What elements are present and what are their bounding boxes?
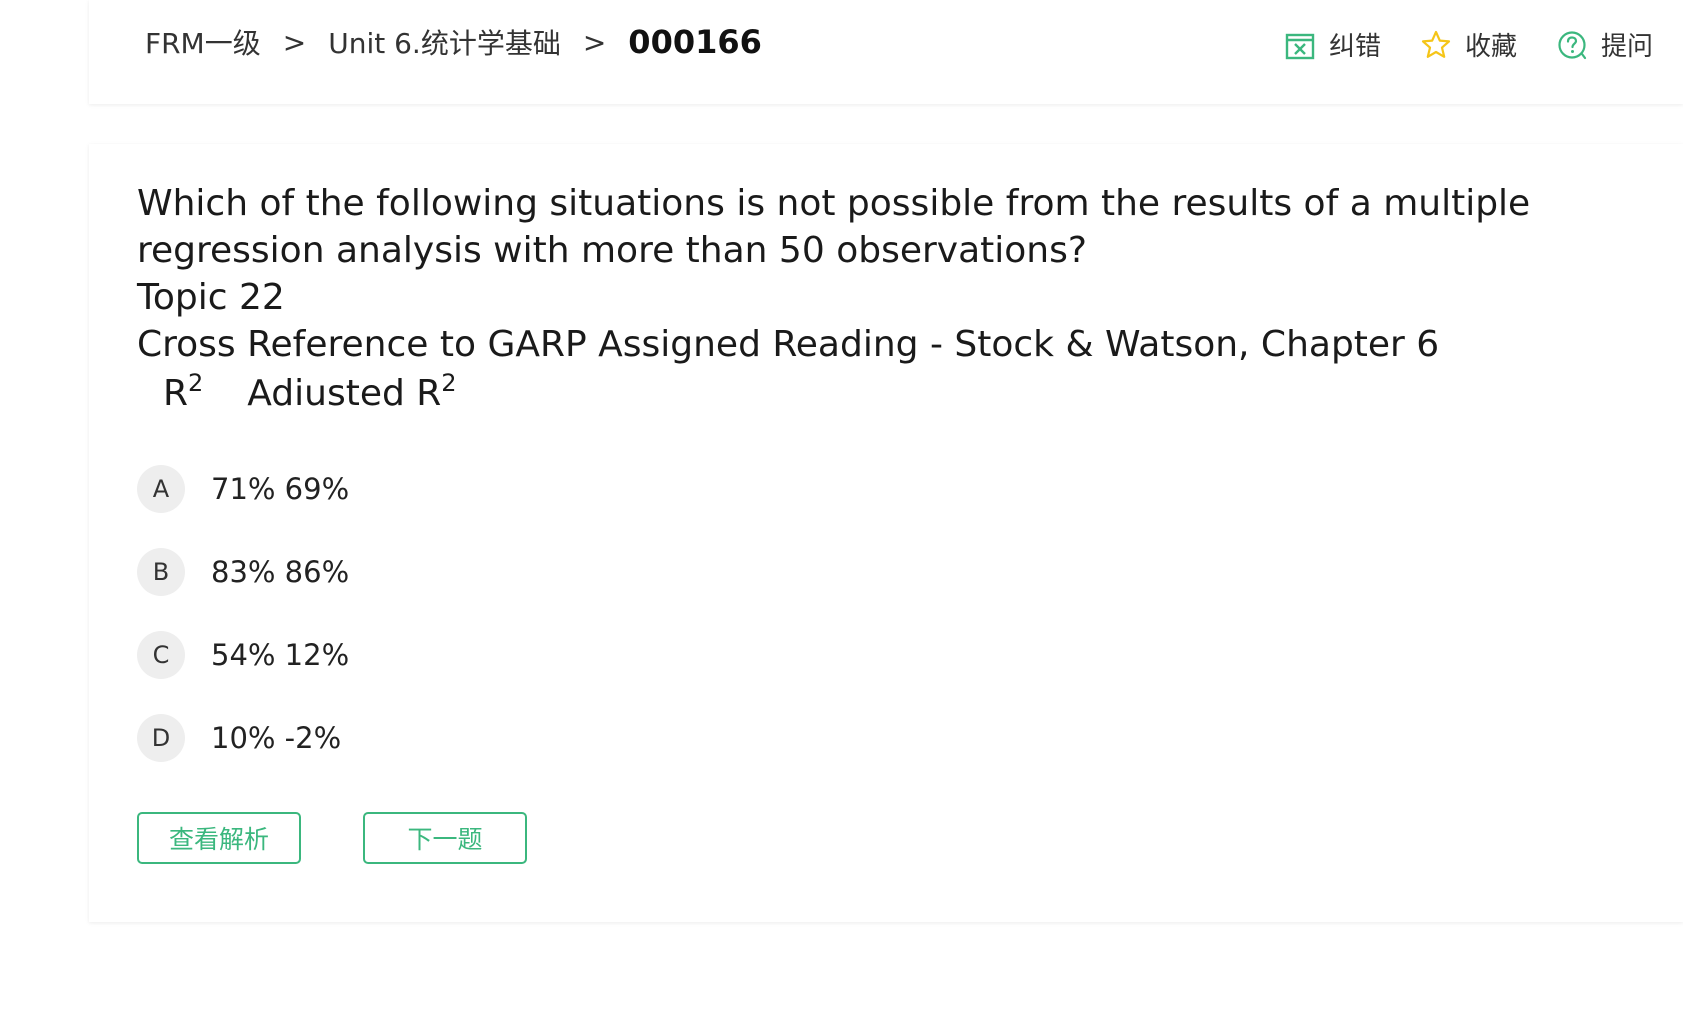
breadcrumb: FRM一级 > Unit 6.统计学基础 > 000166 (145, 22, 762, 62)
report-error-label: 纠错 (1328, 32, 1381, 62)
option-text: 54% 12% (211, 638, 350, 672)
column-r-squared-text: R (163, 373, 189, 414)
question-text-line2: regression analysis with more than 50 ob… (137, 230, 1087, 271)
column-r-squared: R2 (163, 370, 203, 417)
column-r-squared-superscript: 2 (188, 369, 204, 397)
question-stem: Which of the following situations is not… (137, 180, 1557, 417)
option-text: 10% -2% (211, 721, 342, 755)
question-circle-icon (1557, 30, 1587, 60)
answer-options: A 71% 69% B 83% 86% C 54% 12% D 10% -2% (137, 464, 349, 796)
option-b[interactable]: B 83% 86% (137, 547, 349, 597)
option-letter-badge: B (137, 548, 185, 596)
star-icon (1421, 30, 1451, 60)
question-id: 000166 (628, 23, 762, 61)
question-buttons: 查看解析 下一题 (137, 812, 527, 864)
option-letter-badge: C (137, 631, 185, 679)
report-error-icon (1285, 30, 1315, 60)
question-card: Which of the following situations is not… (89, 144, 1683, 922)
breadcrumb-separator: > (582, 25, 607, 59)
breadcrumb-level2[interactable]: Unit 6.统计学基础 (328, 22, 561, 62)
view-analysis-button[interactable]: 查看解析 (137, 812, 301, 864)
option-c[interactable]: C 54% 12% (137, 630, 349, 680)
ask-question-button[interactable]: 提问 (1557, 26, 1653, 63)
question-topic: Topic 22 (137, 277, 285, 318)
option-letter-badge: A (137, 465, 185, 513)
report-error-button[interactable]: 纠错 (1285, 26, 1381, 63)
breadcrumb-level1[interactable]: FRM一级 (145, 22, 261, 62)
option-d[interactable]: D 10% -2% (137, 713, 349, 763)
column-adjusted-r-squared: Adiusted R2 (247, 370, 456, 417)
breadcrumb-separator: > (282, 25, 307, 59)
option-letter-badge: D (137, 714, 185, 762)
favorite-button[interactable]: 收藏 (1421, 26, 1517, 63)
option-text: 71% 69% (211, 472, 350, 506)
next-question-button[interactable]: 下一题 (363, 812, 527, 864)
question-text-line1: Which of the following situations is not… (137, 183, 1531, 224)
option-a[interactable]: A 71% 69% (137, 464, 349, 514)
option-text: 83% 86% (211, 555, 350, 589)
action-bar: 纠错 收藏 提问 (1285, 26, 1653, 63)
ask-question-label: 提问 (1600, 32, 1653, 62)
column-adjusted-r-squared-superscript: 2 (441, 369, 457, 397)
header-bar: FRM一级 > Unit 6.统计学基础 > 000166 纠错 收藏 提问 (89, 0, 1683, 104)
answer-table-header: R2 Adiusted R2 (137, 370, 1557, 417)
favorite-label: 收藏 (1464, 32, 1517, 62)
question-reference: Cross Reference to GARP Assigned Reading… (137, 324, 1440, 365)
column-adjusted-r-squared-text: Adiusted R (247, 373, 442, 414)
